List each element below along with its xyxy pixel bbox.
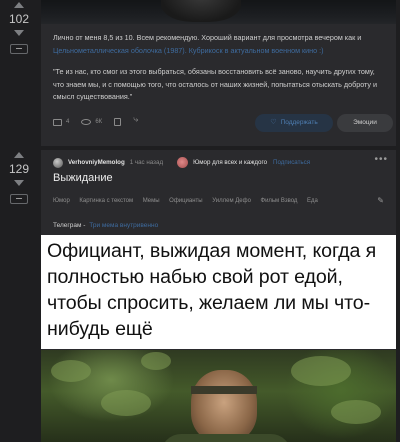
story-title[interactable]: Выжидание [53,172,113,184]
tag[interactable]: Мемы [143,198,160,204]
more-options-icon[interactable]: ••• [374,154,388,165]
tag[interactable]: Картинка с текстом [79,198,133,204]
tag[interactable]: Официанты [169,198,202,204]
story1-text: Лично от меня 8,5 из 10. Всем рекомендую… [53,33,362,42]
share-icon[interactable] [133,114,142,126]
story1-quote: "Те из нас, кто смог из этого выбраться,… [53,67,378,101]
telegram-link[interactable]: Три мема внутривенно [89,222,158,229]
comment-icon[interactable] [53,118,62,126]
downvote-icon[interactable] [14,180,24,186]
hide-story-button[interactable] [10,194,28,204]
story1-link[interactable]: Цельнометаллическая оболочка (1987). Куб… [53,46,324,55]
author-name[interactable]: VerhovniyMemolog [68,159,125,166]
story1-rating: 102 [8,12,30,26]
community-name[interactable]: Юмор для всех и каждого [193,159,267,166]
story1-vote-column: 102 [0,2,38,54]
story1-card: Лично от меня 8,5 из 10. Всем рекомендую… [41,0,396,146]
emotion-button[interactable]: Эмоции [337,114,393,132]
telegram-label: Телеграм - [53,222,86,229]
tag-list: Юмор Картинка с текстом Мемы Официанты У… [53,198,327,204]
views-count: 6К [95,119,103,125]
tag[interactable]: Еда [307,198,318,204]
story2-vote-column: 129 [0,152,38,204]
community-avatar[interactable] [177,157,189,168]
support-button[interactable]: Поддержать [255,114,333,132]
hide-story-button[interactable] [10,44,28,54]
story2-card: VerhovniyMemolog 1 час назад Юмор для вс… [41,150,396,442]
tag[interactable]: Уиллем Дефо [212,198,251,204]
edit-tags-icon[interactable]: ✎ [377,196,384,205]
subscribe-button[interactable]: Подписаться [273,159,310,166]
story2-rating: 129 [8,162,30,176]
meme-caption-box: Официант, выжидая момент, когда я полнос… [41,235,396,349]
author-avatar[interactable] [53,157,63,168]
telegram-line: Телеграм - Три мема внутривенно [53,222,158,229]
story2-header: VerhovniyMemolog 1 час назад Юмор для вс… [53,154,388,168]
story1-paragraph: Лично от меня 8,5 из 10. Всем рекомендую… [53,32,384,57]
meme-photo[interactable] [41,350,396,442]
upvote-icon[interactable] [14,152,24,158]
upvote-icon[interactable] [14,2,24,8]
story1-actions: 4 6К [53,114,146,126]
bookmark-icon[interactable] [114,118,122,126]
post-time: 1 час назад [129,159,164,166]
story1-image [41,0,396,24]
tag[interactable]: Фильм Взвод [261,198,298,204]
eye-icon [81,119,92,125]
meme-caption: Официант, выжидая момент, когда я полнос… [47,240,377,340]
tag[interactable]: Юмор [53,198,70,204]
comments-count[interactable]: 4 [66,119,69,125]
downvote-icon[interactable] [14,30,24,36]
